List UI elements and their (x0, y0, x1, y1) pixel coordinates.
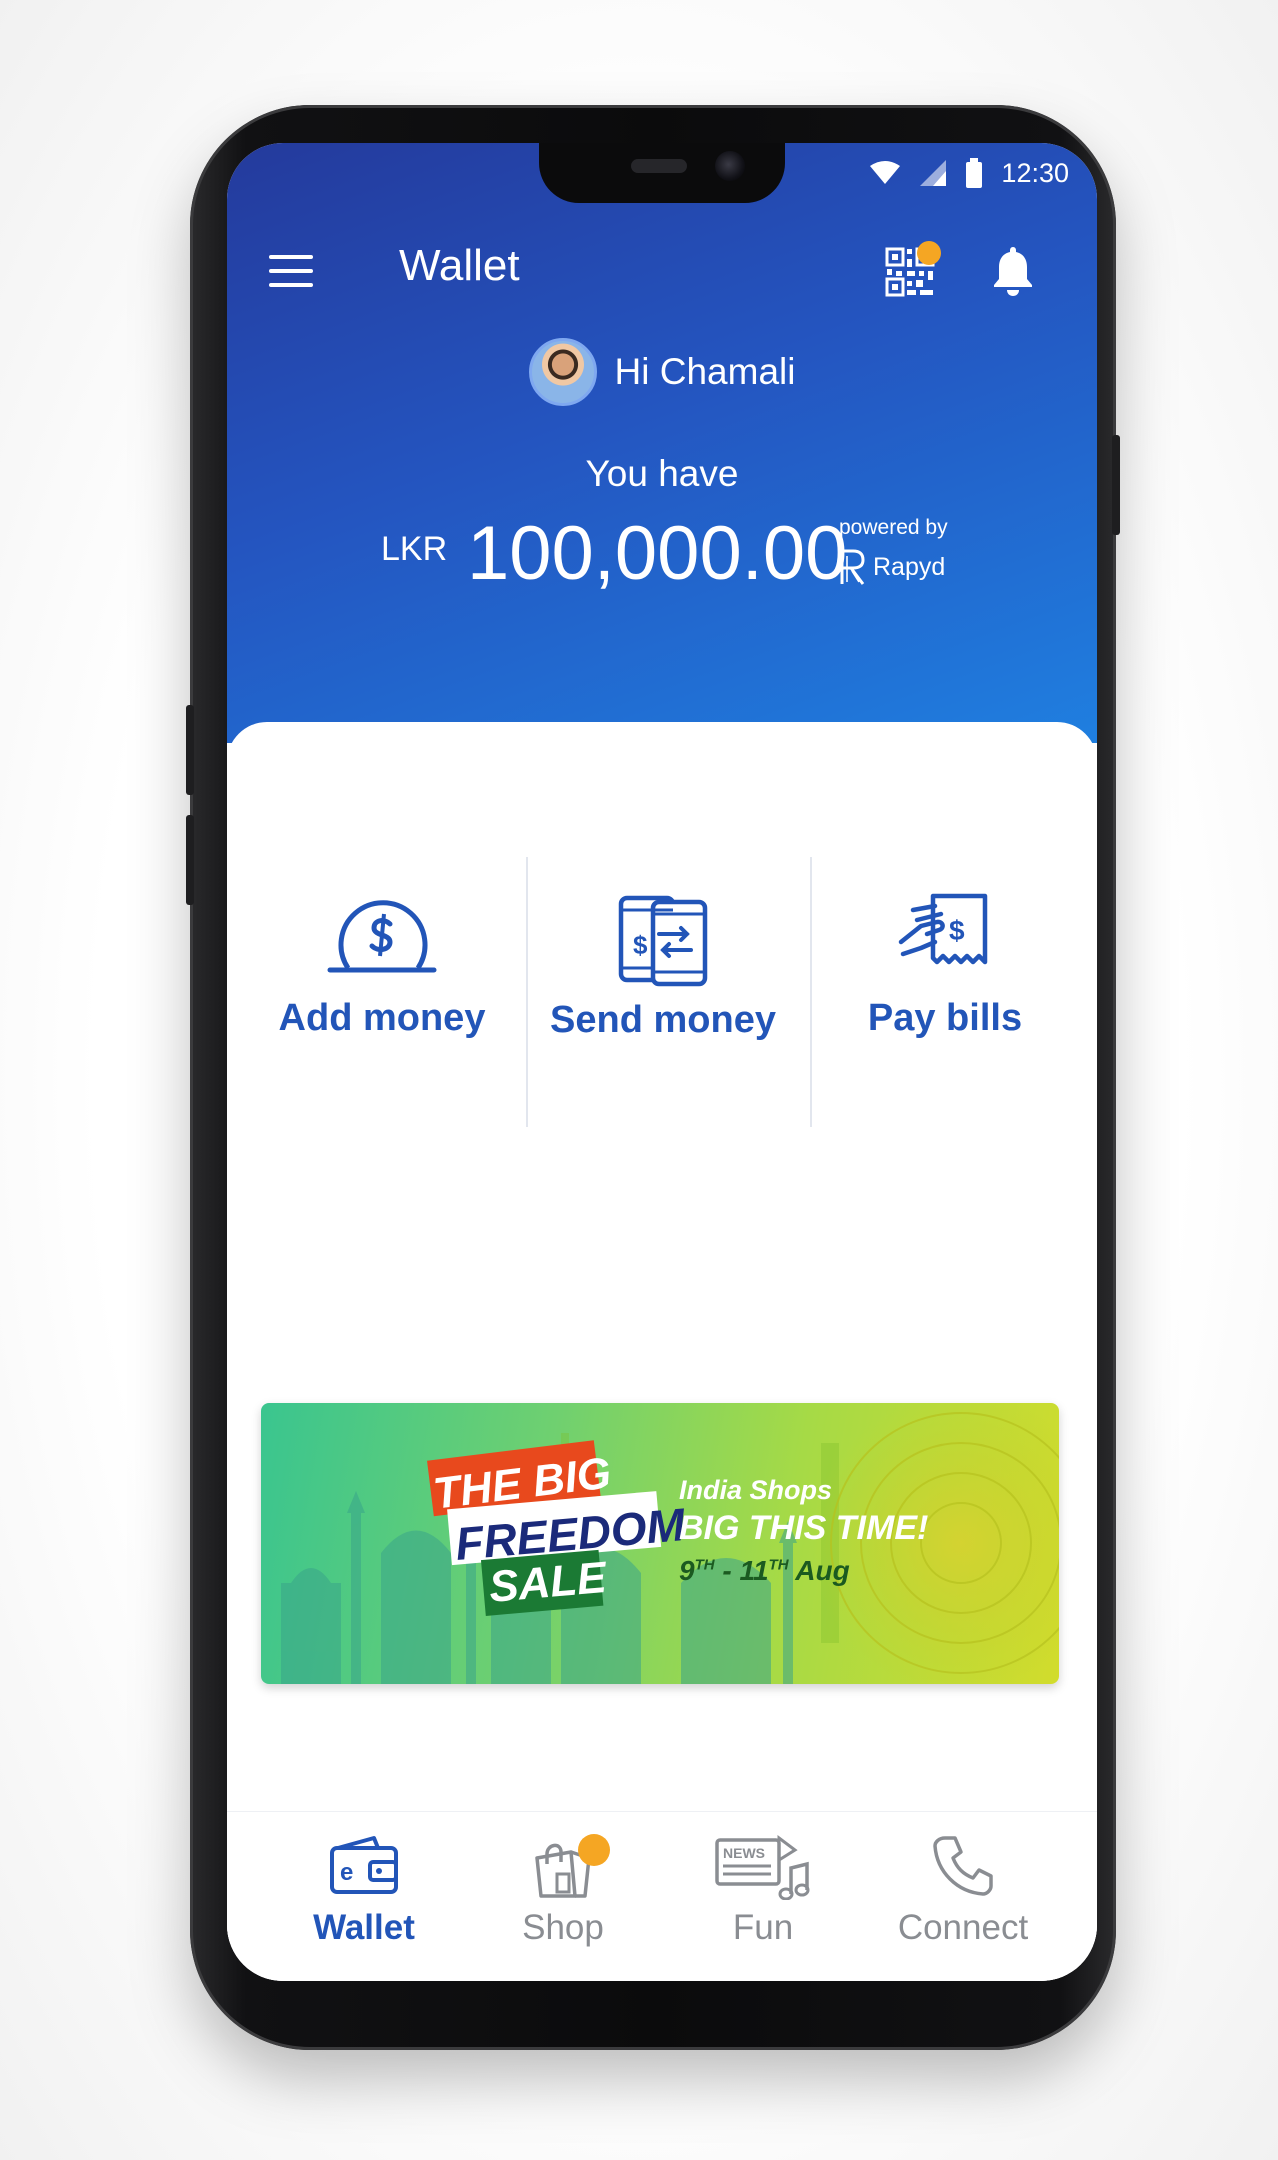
top-app-bar: Wallet (227, 233, 1097, 313)
speaker-grille (631, 159, 687, 173)
power-button (1112, 435, 1120, 535)
banner-tagline-2: BIG THIS TIME! (679, 1509, 929, 1547)
svg-text:NEWS: NEWS (723, 1845, 765, 1861)
pay-bills-label: Pay bills (867, 997, 1023, 1039)
status-bar: 12:30 (869, 153, 1069, 193)
banner-line-3: SALE (487, 1552, 609, 1613)
wallet-header: 12:30 Wallet Hi Chamali You have LKR 100… (227, 143, 1097, 743)
hand-bill-icon: $ (898, 893, 988, 965)
tab-connect-label: Connect (897, 1908, 1029, 1947)
svg-text:$: $ (633, 930, 648, 960)
app-screen: 12:30 Wallet Hi Chamali You have LKR 100… (227, 143, 1097, 1981)
front-camera (715, 151, 745, 181)
rapyd-logo: Rapyd (839, 548, 945, 586)
phone-icon (933, 1836, 993, 1896)
rapyd-logo-text: Rapyd (873, 552, 946, 581)
status-time: 12:30 (1001, 157, 1069, 188)
tab-wallet[interactable]: e Wallet (264, 1812, 464, 1981)
add-money-label: Add money (278, 997, 486, 1039)
banner-date-separator: - (714, 1555, 740, 1586)
banner-tagline-1: India Shops (679, 1475, 833, 1505)
banner-dates: 9TH - 11TH Aug (679, 1555, 850, 1587)
main-content-card: Add money $ Send money $ Pay bills THE B… (227, 722, 1097, 1981)
pay-bills-button[interactable]: $ Pay bills (805, 847, 1085, 1127)
phone-transfer-icon: $ (618, 895, 708, 987)
signal-icon (920, 160, 947, 186)
banner-date-start: 9 (679, 1555, 695, 1586)
avatar[interactable] (528, 338, 597, 406)
shop-notification-badge (578, 1834, 610, 1866)
send-money-button[interactable]: $ Send money (523, 847, 803, 1127)
wallet-icon: e (330, 1836, 398, 1894)
tab-fun-label: Fun (732, 1908, 794, 1947)
page-title: Wallet (399, 241, 520, 290)
tab-connect[interactable]: Connect (863, 1812, 1063, 1981)
promo-banner[interactable]: THE BIG FREEDOM SALE India Shops BIG THI… (261, 1403, 1059, 1684)
hamburger-menu-icon[interactable] (269, 253, 313, 289)
tab-fun[interactable]: NEWS Fun (663, 1812, 863, 1981)
balance-amount: 100,000.00 (467, 511, 848, 596)
rapyd-logo-icon (840, 549, 865, 585)
tab-wallet-label: Wallet (313, 1908, 415, 1947)
send-money-label: Send money (550, 999, 776, 1041)
wifi-icon (870, 161, 901, 184)
tab-shop-label: Shop (522, 1908, 604, 1947)
camera-notch (539, 143, 785, 203)
greeting-text: Hi Chamali (614, 351, 796, 392)
svg-text:e: e (340, 1859, 353, 1886)
quick-actions: Add money $ Send money $ Pay bills (227, 847, 1097, 1127)
volume-button-2 (186, 815, 194, 905)
battery-icon (966, 158, 983, 188)
powered-by-label: powered by (839, 516, 948, 539)
coin-slot-icon (327, 900, 437, 973)
balance-currency: LKR (381, 530, 448, 568)
bell-icon[interactable] (989, 245, 1037, 297)
banner-date-end-suffix: TH (768, 1556, 789, 1574)
bottom-navigation: e Wallet Shop NEWS Fun Connect (227, 1811, 1097, 1981)
device-mockup-stage: 12:30 Wallet Hi Chamali You have LKR 100… (0, 0, 1278, 2160)
banner-date-month: Aug (788, 1555, 850, 1586)
qr-notification-badge (917, 241, 941, 265)
banner-date-end: 11 (739, 1555, 769, 1586)
svg-text:$: $ (949, 915, 965, 946)
balance-label: You have (585, 453, 739, 494)
banner-date-start-suffix: TH (694, 1556, 715, 1574)
user-greeting: Hi Chamali (227, 338, 1097, 406)
tab-shop[interactable]: Shop (463, 1812, 663, 1981)
volume-button (186, 705, 194, 795)
add-money-button[interactable]: Add money (242, 847, 522, 1127)
news-music-icon: NEWS (715, 1835, 810, 1900)
